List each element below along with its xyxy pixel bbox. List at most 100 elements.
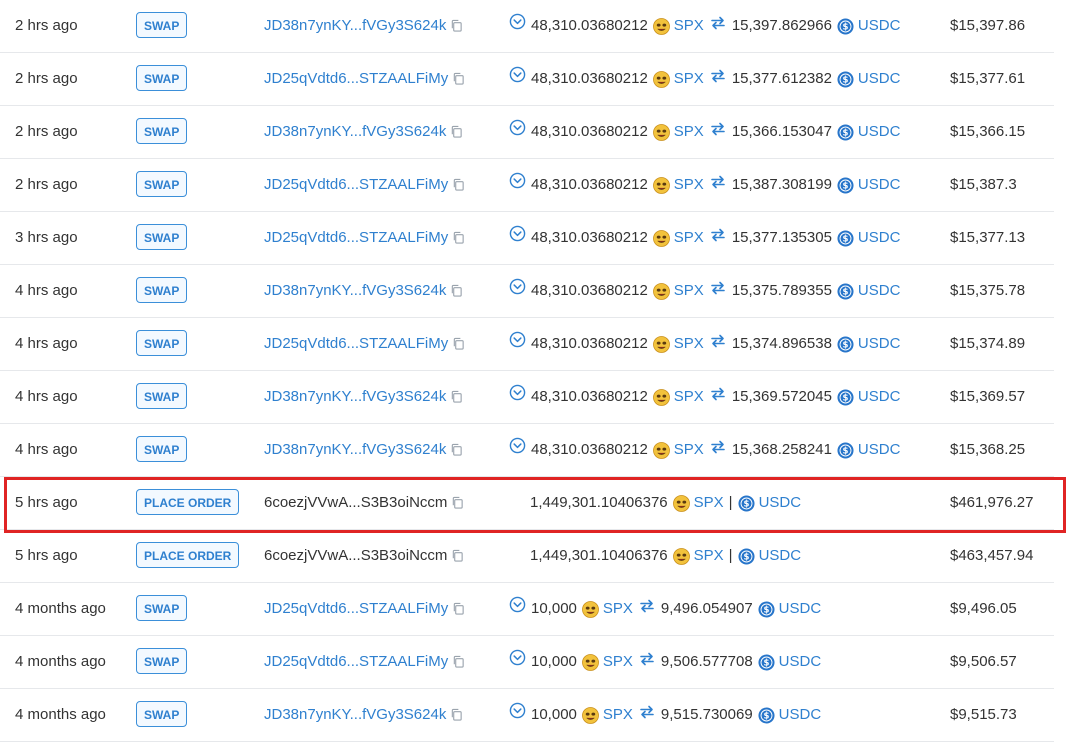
signer-address-link[interactable]: JD25qVdtd6...STZAALFiMy xyxy=(264,600,448,617)
chevron-circle-icon[interactable] xyxy=(509,424,531,476)
usdc-token-icon: $ xyxy=(733,477,759,529)
table-row: 2 hrs ago SWAP JD25qVdtd6...STZAALFiMy 4… xyxy=(0,159,1054,212)
order-amount-cell: 1,449,301.10406376 SPX | $ USDC xyxy=(530,477,801,529)
signer-address-link[interactable]: JD38n7ynKY...fVGy3S624k xyxy=(264,706,446,723)
chevron-circle-icon[interactable] xyxy=(509,583,531,635)
copy-icon[interactable] xyxy=(447,494,464,511)
signer-address-link[interactable]: JD38n7ynKY...fVGy3S624k xyxy=(264,123,446,140)
chevron-circle-icon[interactable] xyxy=(509,0,531,52)
time-ago: 4 hrs ago xyxy=(15,335,78,352)
copy-icon[interactable] xyxy=(446,123,463,140)
signer-address-link[interactable]: JD38n7ynKY...fVGy3S624k xyxy=(264,388,446,405)
copy-icon[interactable] xyxy=(446,388,463,405)
copy-icon[interactable] xyxy=(448,653,465,670)
token-in-link[interactable]: SPX xyxy=(694,530,724,582)
token-out-link[interactable]: USDC xyxy=(779,636,822,688)
spx-token-icon xyxy=(668,477,694,529)
token-out-link[interactable]: USDC xyxy=(779,689,822,741)
token-in-link[interactable]: SPX xyxy=(674,159,704,211)
token-out-link[interactable]: USDC xyxy=(858,0,901,52)
table-row: 4 months ago SWAP JD25qVdtd6...STZAALFiM… xyxy=(0,636,1054,689)
token-in-link[interactable]: SPX xyxy=(674,318,704,370)
copy-icon[interactable] xyxy=(446,706,463,723)
chevron-circle-icon[interactable] xyxy=(509,159,531,211)
signer-cell: JD38n7ynKY...fVGy3S624k xyxy=(264,265,463,317)
spx-token-icon xyxy=(668,530,694,582)
amount-out: 15,377.135305 xyxy=(731,229,832,246)
svg-text:$: $ xyxy=(842,340,848,350)
signer-address-link[interactable]: JD38n7ynKY...fVGy3S624k xyxy=(264,282,446,299)
signer-address-link[interactable]: 6coezjVVwA...S3B3oiNccm xyxy=(264,494,447,511)
svg-text:$: $ xyxy=(743,499,749,509)
table-row: 4 months ago SWAP JD38n7ynKY...fVGy3S624… xyxy=(0,689,1054,742)
table-row: 4 hrs ago SWAP JD38n7ynKY...fVGy3S624k 4… xyxy=(0,424,1054,477)
chevron-circle-icon[interactable] xyxy=(509,371,531,423)
swap-arrows-icon xyxy=(704,53,732,105)
time-ago: 5 hrs ago xyxy=(15,547,78,564)
chevron-circle-icon[interactable] xyxy=(509,53,531,105)
svg-text:$: $ xyxy=(842,75,848,85)
amount-out: 15,366.153047 xyxy=(731,123,832,140)
signer-address-link[interactable]: JD25qVdtd6...STZAALFiMy xyxy=(264,335,448,352)
chevron-circle-icon[interactable] xyxy=(509,106,531,158)
signer-address-link[interactable]: JD25qVdtd6...STZAALFiMy xyxy=(264,229,448,246)
token-out-link[interactable]: USDC xyxy=(759,477,802,529)
signer-address-link[interactable]: JD25qVdtd6...STZAALFiMy xyxy=(264,653,448,670)
copy-icon[interactable] xyxy=(446,282,463,299)
tx-type-badge: SWAP xyxy=(136,701,188,727)
signer-address-link[interactable]: JD38n7ynKY...fVGy3S624k xyxy=(264,17,446,34)
time-ago: 5 hrs ago xyxy=(15,494,78,511)
swap-arrows-icon xyxy=(704,0,732,52)
swap-arrows-icon xyxy=(633,583,661,635)
chevron-circle-icon[interactable] xyxy=(509,212,531,264)
token-out-link[interactable]: USDC xyxy=(779,583,822,635)
copy-icon[interactable] xyxy=(447,547,464,564)
token-in-link[interactable]: SPX xyxy=(674,106,704,158)
usdc-token-icon: $ xyxy=(733,530,759,582)
copy-icon[interactable] xyxy=(446,17,463,34)
time-ago: 4 hrs ago xyxy=(15,282,78,299)
chevron-circle-icon[interactable] xyxy=(509,636,531,688)
swap-amount-cell: 48,310.03680212 SPX 15,366.153047 $ USDC xyxy=(509,106,900,158)
tx-type-badge: SWAP xyxy=(136,595,188,621)
time-ago: 4 hrs ago xyxy=(15,388,78,405)
token-in-link[interactable]: SPX xyxy=(603,583,633,635)
token-out-link[interactable]: USDC xyxy=(858,371,901,423)
token-out-link[interactable]: USDC xyxy=(858,318,901,370)
token-in-link[interactable]: SPX xyxy=(674,265,704,317)
token-in-link[interactable]: SPX xyxy=(674,0,704,52)
token-out-link[interactable]: USDC xyxy=(759,530,802,582)
token-out-link[interactable]: USDC xyxy=(858,265,901,317)
spx-token-icon xyxy=(648,53,674,105)
copy-icon[interactable] xyxy=(448,335,465,352)
copy-icon[interactable] xyxy=(448,229,465,246)
token-out-link[interactable]: USDC xyxy=(858,212,901,264)
token-in-link[interactable]: SPX xyxy=(674,424,704,476)
signer-address-link[interactable]: JD25qVdtd6...STZAALFiMy xyxy=(264,70,448,87)
token-in-link[interactable]: SPX xyxy=(674,53,704,105)
token-out-link[interactable]: USDC xyxy=(858,53,901,105)
token-out-link[interactable]: USDC xyxy=(858,159,901,211)
usd-value: $15,374.89 xyxy=(950,335,1026,352)
copy-icon[interactable] xyxy=(446,441,463,458)
chevron-circle-icon[interactable] xyxy=(509,689,531,741)
chevron-circle-icon[interactable] xyxy=(509,318,531,370)
token-in-link[interactable]: SPX xyxy=(603,689,633,741)
signer-address-link[interactable]: JD25qVdtd6...STZAALFiMy xyxy=(264,176,448,193)
token-in-link[interactable]: SPX xyxy=(603,636,633,688)
token-out-link[interactable]: USDC xyxy=(858,106,901,158)
token-in-link[interactable]: SPX xyxy=(674,371,704,423)
usd-value: $15,375.78 xyxy=(950,282,1026,299)
chevron-circle-icon[interactable] xyxy=(509,265,531,317)
signer-address-link[interactable]: JD38n7ynKY...fVGy3S624k xyxy=(264,441,446,458)
token-in-link[interactable]: SPX xyxy=(694,477,724,529)
amount-out: 9,496.054907 xyxy=(660,600,753,617)
copy-icon[interactable] xyxy=(448,176,465,193)
copy-icon[interactable] xyxy=(448,600,465,617)
tx-type-badge: SWAP xyxy=(136,383,188,409)
token-out-link[interactable]: USDC xyxy=(858,424,901,476)
table-row-highlighted: 5 hrs ago PLACE ORDER 6coezjVVwA...S3B3o… xyxy=(0,477,1066,533)
token-in-link[interactable]: SPX xyxy=(674,212,704,264)
copy-icon[interactable] xyxy=(448,70,465,87)
signer-address-link[interactable]: 6coezjVVwA...S3B3oiNccm xyxy=(264,547,447,564)
